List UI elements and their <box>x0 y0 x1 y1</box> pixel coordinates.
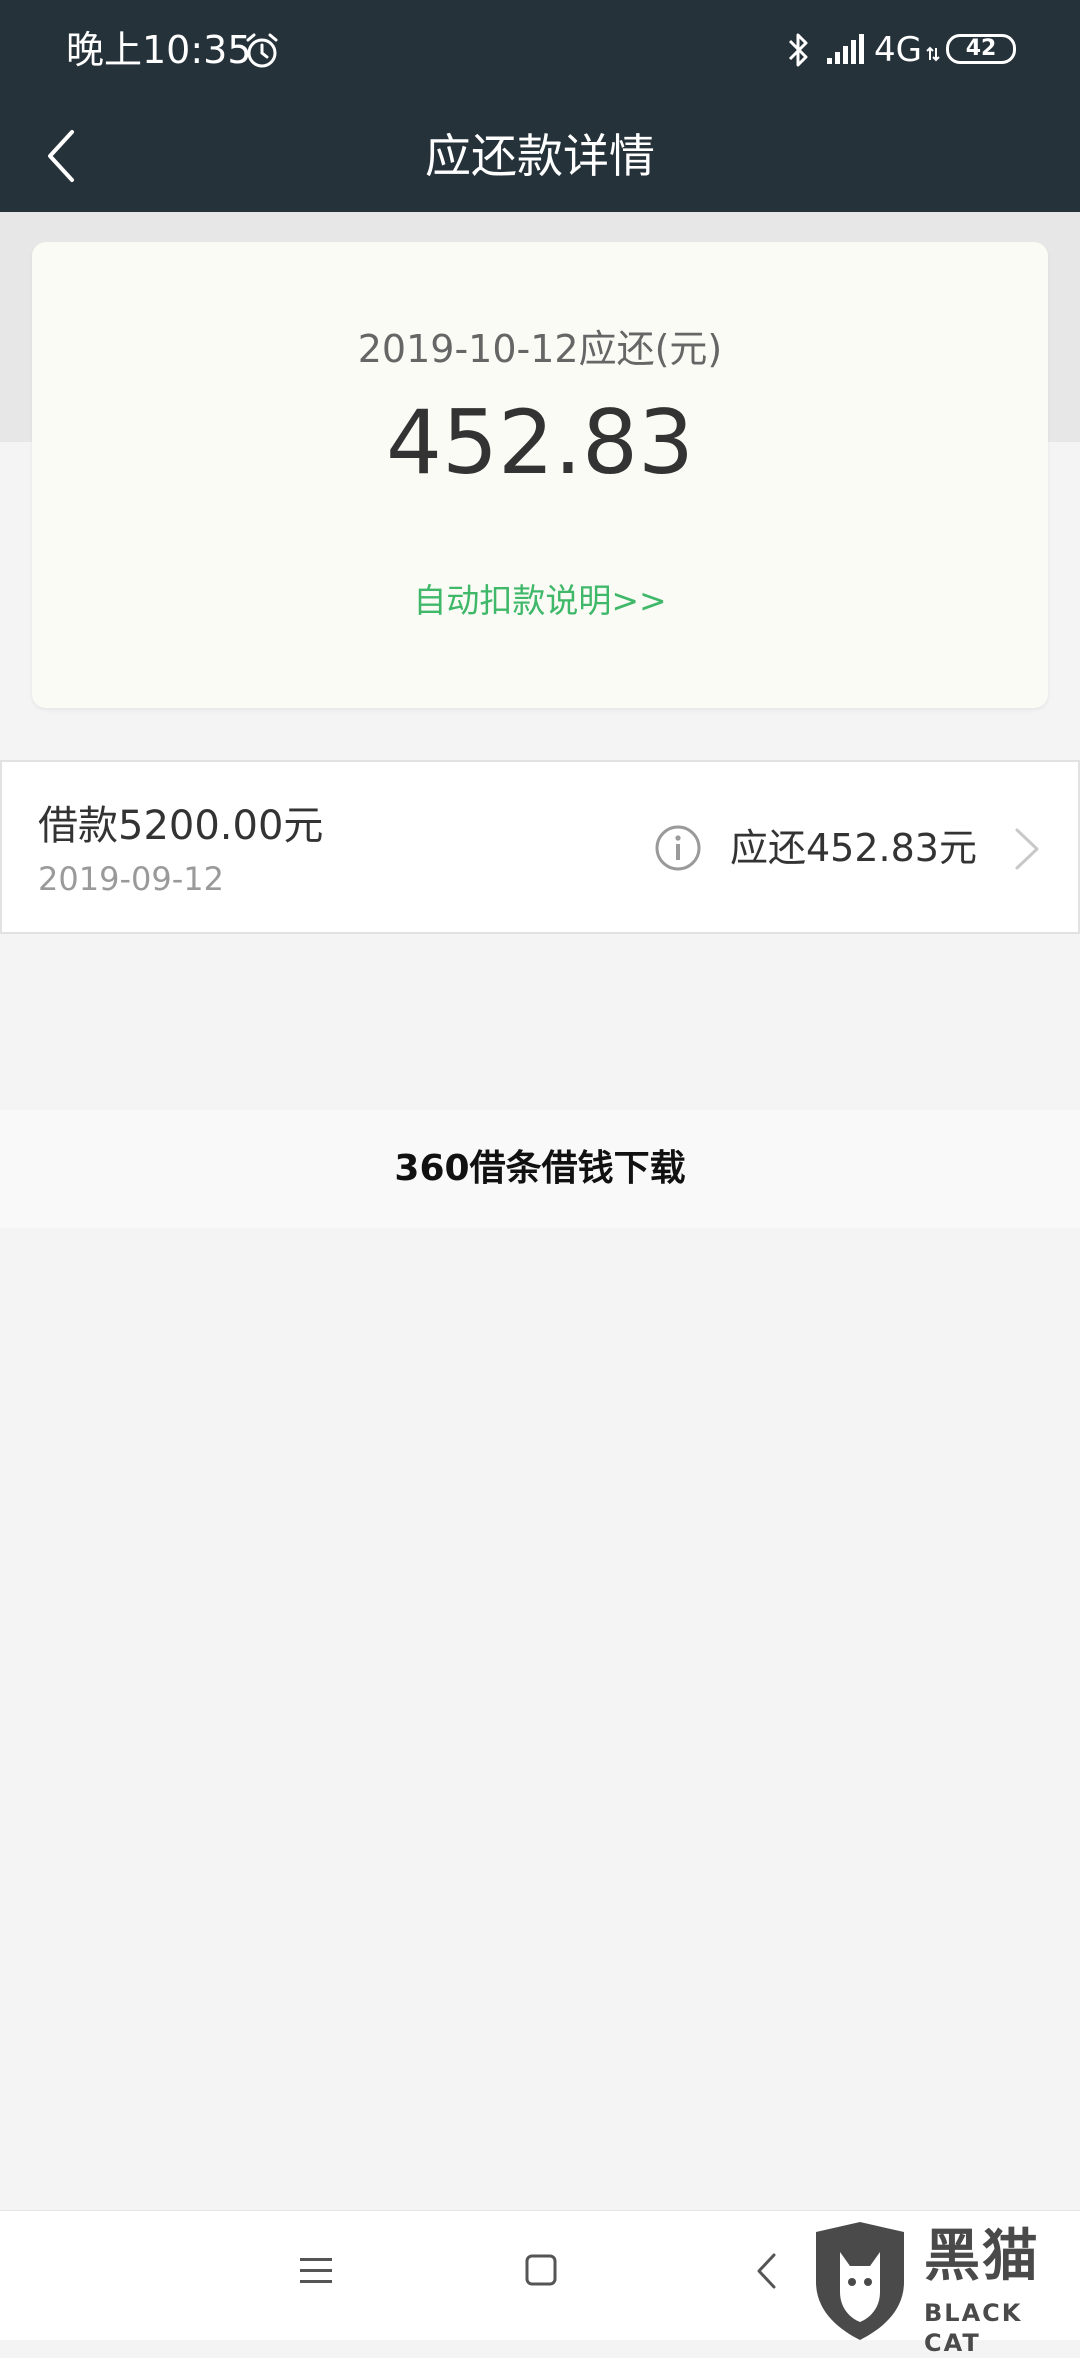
cat-shield-logo-icon <box>816 2222 904 2340</box>
data-activity-icon <box>926 46 940 62</box>
loan-date: 2019-09-12 <box>38 860 224 898</box>
watermark-subtext: BLACK CAT <box>924 2299 1023 2357</box>
back-button[interactable] <box>30 118 90 194</box>
bluetooth-icon <box>788 33 808 67</box>
page-title: 应还款详情 <box>425 129 655 183</box>
chevron-right-icon <box>1015 828 1039 870</box>
battery-level: 42 <box>965 36 997 61</box>
due-amount: 452.83 <box>386 391 694 494</box>
info-icon[interactable] <box>654 824 702 872</box>
black-cat-watermark: 黑猫 BLACK CAT <box>806 2222 1080 2357</box>
network-type: 4G <box>874 30 922 70</box>
auto-debit-info-link[interactable]: 自动扣款说明>> <box>32 578 1048 624</box>
loan-item[interactable]: 借款5200.00元 2019-09-12 应还452.83元 <box>0 760 1080 934</box>
due-date-label: 2019-10-12应还(元) <box>357 327 723 371</box>
app-download-banner[interactable]: 360借条借钱下载 <box>0 1110 1080 1228</box>
watermark-text: 黑猫 <box>924 2224 1040 2289</box>
signal-icon <box>827 34 864 64</box>
chevron-left-icon <box>48 130 74 182</box>
status-bar: 晚上10:35 4G 42 <box>0 0 1080 100</box>
repayment-summary-card: 2019-10-12应还(元) 452.83 自动扣款说明>> <box>32 242 1048 708</box>
battery-icon: 42 <box>946 34 1016 64</box>
loan-amount: 借款5200.00元 <box>38 803 324 849</box>
app-bar: 应还款详情 <box>0 100 1080 212</box>
alarm-icon <box>246 33 278 68</box>
back-icon[interactable] <box>754 2251 780 2291</box>
status-time: 晚上10:35 <box>66 28 252 72</box>
home-icon[interactable] <box>524 2253 558 2287</box>
menu-icon[interactable] <box>298 2255 334 2287</box>
loan-due-amount: 应还452.83元 <box>730 826 977 870</box>
